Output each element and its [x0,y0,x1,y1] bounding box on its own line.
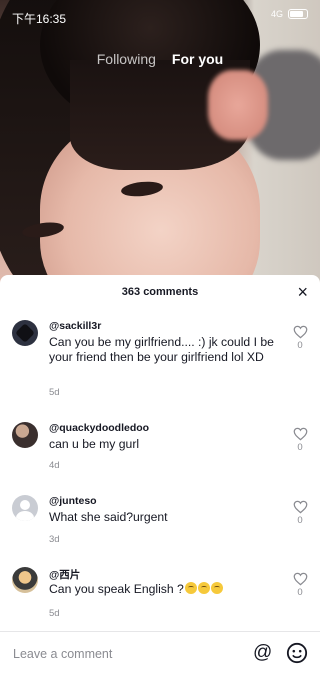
avatar[interactable] [12,422,38,448]
video-hand [208,70,268,140]
like-count: 0 [297,340,303,351]
heart-outline-icon [293,500,307,514]
avatar[interactable] [12,495,38,521]
like-button[interactable]: 0 [291,572,309,598]
comment-input[interactable]: Leave a comment [13,647,112,661]
network-label: 4G [270,9,283,19]
grimace-emoji-icon [197,582,210,594]
comment-date: 3d [49,534,60,545]
like-count: 0 [297,587,303,598]
status-icons: 4G [271,9,308,19]
comment-text: Can you be my girlfriend.... :) jk could… [49,335,274,364]
like-count: 0 [297,515,303,526]
comment-username[interactable]: @西片 [49,567,80,582]
tab-for-you[interactable]: For you [172,51,223,67]
like-button[interactable]: 0 [291,500,309,526]
heart-outline-icon [293,427,307,441]
heart-outline-icon [293,325,307,339]
comment-date: 5d [49,608,60,619]
emoji-icon[interactable] [286,642,308,664]
comment-text: What she said?urgent [49,510,168,524]
comment-date: 5d [49,387,60,398]
comment-text-body: Can you speak English ? [49,582,184,596]
feed-tabs: Following For you [0,51,320,67]
comment-username[interactable]: @quackydoodledoo [49,422,149,434]
comments-header: 363 comments × [0,275,320,309]
close-icon[interactable]: × [297,282,308,302]
heart-outline-icon [293,572,307,586]
grimace-emoji-icon [210,582,223,594]
comment-text: Can you speak English ? [49,582,284,597]
grimace-emoji-icon [184,582,197,594]
at-icon[interactable]: @ [253,643,272,663]
status-time: 下午16:35 [12,12,67,26]
tab-following[interactable]: Following [97,51,156,67]
comment-input-bar: Leave a comment @ [0,631,320,676]
comments-sheet: 363 comments × @sackill3r Can you be my … [0,275,320,676]
avatar[interactable] [12,567,38,593]
comments-count-title: 363 comments [121,286,199,298]
like-button[interactable]: 0 [291,427,309,453]
comment-username[interactable]: @sackill3r [49,320,101,332]
avatar[interactable] [12,320,38,346]
battery-icon [288,9,308,19]
comment-date: 4d [49,460,60,471]
like-count: 0 [297,442,303,453]
video-player[interactable] [0,0,320,290]
like-button[interactable]: 0 [291,325,309,351]
comment-text: can u be my gurl [49,437,140,451]
comment-username[interactable]: @junteso [49,495,97,507]
status-bar: 下午16:35 4G [0,0,320,34]
